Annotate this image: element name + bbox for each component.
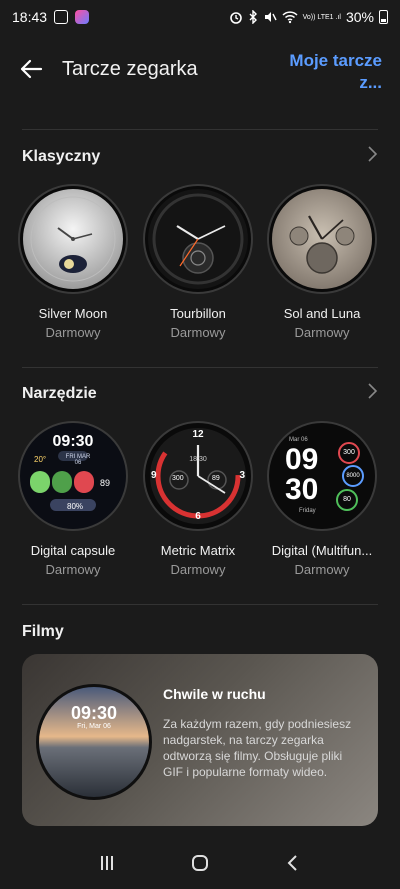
- capsule-heart-rate: 89: [100, 478, 111, 488]
- back-arrow-icon[interactable]: [18, 56, 44, 82]
- face-name: Digital (Multifun...: [271, 543, 373, 558]
- section-title-classic: Klasyczny: [22, 148, 101, 165]
- metric-mark-6: 6: [195, 511, 201, 522]
- multi-total: 8000: [346, 473, 360, 479]
- face-name: Silver Moon: [38, 306, 108, 321]
- wifi-icon: [282, 11, 298, 24]
- face-price: Darmowy: [45, 325, 101, 340]
- face-price: Darmowy: [45, 562, 101, 577]
- divider: [22, 129, 378, 130]
- multi-hour: 09: [285, 443, 319, 476]
- sol-and-luna-face-icon: [272, 189, 372, 289]
- video-face-card[interactable]: 09:30 Fri, Mar 06 Chwile w ruchu Za każd…: [22, 654, 378, 826]
- face-name: Sol and Luna: [283, 306, 361, 321]
- face-price: Darmowy: [170, 562, 226, 577]
- metric-heart: 89: [212, 475, 220, 482]
- video-face-time: 09:30: [70, 703, 118, 723]
- face-preview: Mar 06 09 30 Friday 300 8000 80: [267, 421, 377, 531]
- face-name: Metric Matrix: [160, 543, 236, 558]
- video-face-date: Fri, Mar 06: [77, 723, 111, 730]
- battery-icon: [379, 10, 388, 24]
- signal-label: Vo)) LTE1 .ıl: [302, 13, 341, 21]
- metric-mark-3: 3: [239, 470, 245, 481]
- page-title: Tarcze zegarka: [62, 58, 198, 80]
- notification-icon: [53, 10, 68, 25]
- face-preview: 09:30 FRI MAR 06 20° 89 80%: [18, 421, 128, 531]
- watch-face-digital-multifunction[interactable]: Mar 06 09 30 Friday 300 8000 80 Digital …: [262, 421, 382, 577]
- metric-mark-9: 9: [151, 470, 157, 481]
- face-preview: [18, 184, 128, 294]
- capsule-date: FRI MAR 06: [65, 454, 91, 466]
- divider: [22, 604, 378, 605]
- my-faces-link[interactable]: Moje tarcze z...: [272, 50, 382, 94]
- face-name: Tourbillon: [170, 306, 226, 321]
- chevron-right-icon[interactable]: [366, 145, 378, 163]
- divider: [22, 367, 378, 368]
- mute-icon: [264, 12, 277, 22]
- face-price: Darmowy: [294, 325, 350, 340]
- video-card-description: Za każdym razem, gdy podniesiesz nadgars…: [163, 717, 352, 779]
- status-bar: 18:43 Vo)) LTE1 .ıl 30%: [0, 0, 400, 34]
- watch-face-tourbillon[interactable]: Tourbillon Darmowy: [138, 184, 258, 340]
- face-preview: [267, 184, 377, 294]
- recent-apps-button[interactable]: [95, 851, 119, 875]
- metric-steps: 300: [172, 475, 184, 482]
- metric-mark-12: 12: [192, 429, 204, 440]
- system-nav-bar: [0, 836, 400, 889]
- back-chevron-icon: [287, 854, 298, 871]
- bluetooth-icon: [249, 10, 257, 24]
- tourbillon-face-icon: [148, 189, 248, 289]
- back-button[interactable]: [281, 851, 305, 875]
- capsule-temperature: 20°: [34, 455, 47, 464]
- status-time: 18:43: [12, 9, 48, 25]
- home-button[interactable]: [188, 851, 212, 875]
- home-icon: [191, 854, 208, 871]
- metric-time: 18:30: [189, 456, 207, 463]
- multi-day: Friday: [299, 508, 316, 514]
- battery-percent: 30%: [345, 9, 374, 25]
- watch-face-silver-moon[interactable]: Silver Moon Darmowy: [13, 184, 133, 340]
- capsule-time: 09:30: [52, 433, 94, 450]
- video-face-preview: 09:30 Fri, Mar 06: [36, 684, 152, 800]
- watch-face-digital-capsule[interactable]: 09:30 FRI MAR 06 20° 89 80% Digital caps…: [13, 421, 133, 577]
- capsule-battery: 80%: [67, 502, 84, 511]
- face-name: Digital capsule: [30, 543, 116, 558]
- face-preview: 12 3 6 9 18:30 300 89: [143, 421, 253, 531]
- section-title-films: Filmy: [22, 623, 64, 640]
- silver-moon-face-icon: [23, 189, 123, 289]
- watch-face-metric-matrix[interactable]: 12 3 6 9 18:30 300 89 Metric Matrix Darm…: [138, 421, 258, 577]
- face-price: Darmowy: [294, 562, 350, 577]
- alarm-icon: [229, 12, 242, 24]
- app-notification-icon: [74, 10, 89, 25]
- watch-face-sol-and-luna[interactable]: Sol and Luna Darmowy: [262, 184, 382, 340]
- recent-apps-icon: [100, 855, 113, 870]
- app-header: Tarcze zegarka Moje tarcze z...: [0, 44, 400, 104]
- section-title-tools: Narzędzie: [22, 385, 97, 402]
- multi-heart: 80: [343, 496, 351, 503]
- face-price: Darmowy: [170, 325, 226, 340]
- chevron-right-icon[interactable]: [366, 382, 378, 400]
- multi-steps: 300: [343, 449, 355, 456]
- multi-minute: 30: [285, 473, 319, 506]
- face-preview: [143, 184, 253, 294]
- video-card-title: Chwile w ruchu: [163, 686, 266, 702]
